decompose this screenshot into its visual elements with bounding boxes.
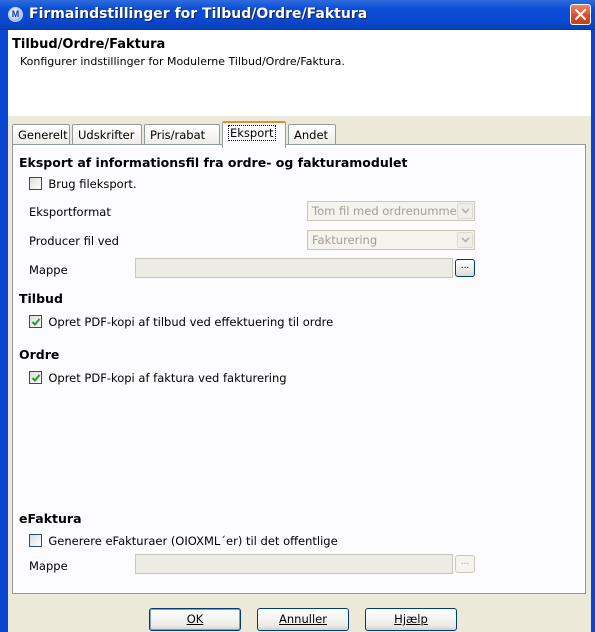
window-frame-left [0, 30, 8, 632]
ordre-pdf-label: Opret PDF-kopi af faktura ved fakturerin… [48, 370, 287, 385]
header-panel: Tilbud/Ordre/Faktura Konfigurer indstill… [8, 30, 591, 116]
tab-label: Udskrifter [78, 128, 135, 142]
chevron-down-icon [461, 237, 470, 243]
header-title: Tilbud/Ordre/Faktura [12, 37, 166, 52]
export-folder-label: Mappe [29, 263, 68, 277]
tilbud-pdf-label: Opret PDF-kopi af tilbud ved effektuerin… [48, 314, 334, 329]
tab-label: Eksport [228, 125, 276, 141]
window-title: Firmaindstillinger for Tilbud/Ordre/Fakt… [29, 6, 368, 22]
efaktura-section-title: eFaktura [19, 511, 82, 526]
export-folder-input[interactable] [135, 258, 453, 278]
produce-file-value: Fakturering [312, 233, 378, 247]
app-icon: M [8, 7, 23, 22]
tab-label: Pris/rabat [150, 128, 206, 142]
export-format-select[interactable]: Tom fil med ordrenumme [307, 201, 475, 221]
tilbud-pdf-checkbox-row[interactable]: Opret PDF-kopi af tilbud ved effektuerin… [29, 314, 333, 330]
export-format-value: Tom fil med ordrenumme [312, 204, 457, 218]
tab-udskrifter[interactable]: Udskrifter [72, 124, 142, 146]
efaktura-generate-checkbox-row[interactable]: Generere eFakturaer (OIOXML´er) til det … [29, 533, 338, 549]
use-export-checkbox[interactable] [29, 177, 42, 191]
chevron-down-icon [461, 208, 470, 214]
help-button-label: Hjælp [394, 612, 428, 626]
cancel-button[interactable]: Annuller [257, 608, 349, 631]
help-button[interactable]: Hjælp [365, 608, 457, 631]
tab-generelt[interactable]: Generelt [12, 124, 70, 146]
ok-button-label: OK [186, 612, 204, 626]
use-export-label: Brug fileksport. [48, 176, 137, 191]
use-export-checkbox-row[interactable]: Brug fileksport. [29, 176, 137, 192]
tab-label: Generelt [18, 128, 68, 142]
button-bar: OK Annuller Hjælp [8, 600, 591, 632]
export-format-dropdown-button[interactable] [457, 203, 473, 219]
checkmark-icon [31, 374, 41, 383]
export-section-title: Eksport af informationsfil fra ordre- og… [19, 155, 408, 170]
header-description: Konfigurer indstillinger for Modulerne T… [20, 55, 345, 68]
tilbud-pdf-checkbox[interactable] [29, 315, 42, 329]
export-format-label: Eksportformat [29, 205, 111, 219]
ok-button[interactable]: OK [149, 608, 241, 631]
dialog-window: M Firmaindstillinger for Tilbud/Ordre/Fa… [0, 0, 595, 632]
produce-file-select[interactable]: Fakturering [307, 230, 475, 250]
cancel-button-label: Annuller [279, 612, 327, 626]
ordre-pdf-checkbox[interactable] [29, 371, 42, 385]
efaktura-folder-browse-button[interactable]: ... [455, 555, 475, 573]
close-icon [575, 9, 586, 20]
tab-label: Andet [294, 128, 329, 142]
ordre-pdf-checkbox-row[interactable]: Opret PDF-kopi af faktura ved fakturerin… [29, 370, 287, 386]
tab-eksport[interactable]: Eksport [222, 121, 286, 148]
produce-file-label: Producer fil ved [29, 234, 119, 248]
produce-file-dropdown-button[interactable] [457, 232, 473, 248]
efaktura-generate-label: Generere eFakturaer (OIOXML´er) til det … [48, 533, 338, 548]
tab-pris-rabat[interactable]: Pris/rabat [144, 124, 220, 146]
checkmark-icon [31, 318, 41, 327]
title-bar[interactable]: M Firmaindstillinger for Tilbud/Ordre/Fa… [0, 0, 595, 30]
tilbud-section-title: Tilbud [19, 291, 63, 306]
efaktura-generate-checkbox[interactable] [29, 534, 42, 548]
efaktura-folder-label: Mappe [29, 559, 68, 573]
window-frame-right [591, 30, 595, 632]
tab-panel-eksport: Eksport af informationsfil fra ordre- og… [12, 144, 586, 594]
close-button[interactable] [570, 4, 591, 25]
ordre-section-title: Ordre [19, 347, 60, 362]
tab-andet[interactable]: Andet [288, 124, 336, 146]
dialog-body: Generelt Udskrifter Pris/rabat Eksport A… [8, 116, 591, 632]
efaktura-folder-input[interactable] [135, 554, 453, 574]
export-folder-browse-button[interactable]: ... [455, 259, 475, 277]
